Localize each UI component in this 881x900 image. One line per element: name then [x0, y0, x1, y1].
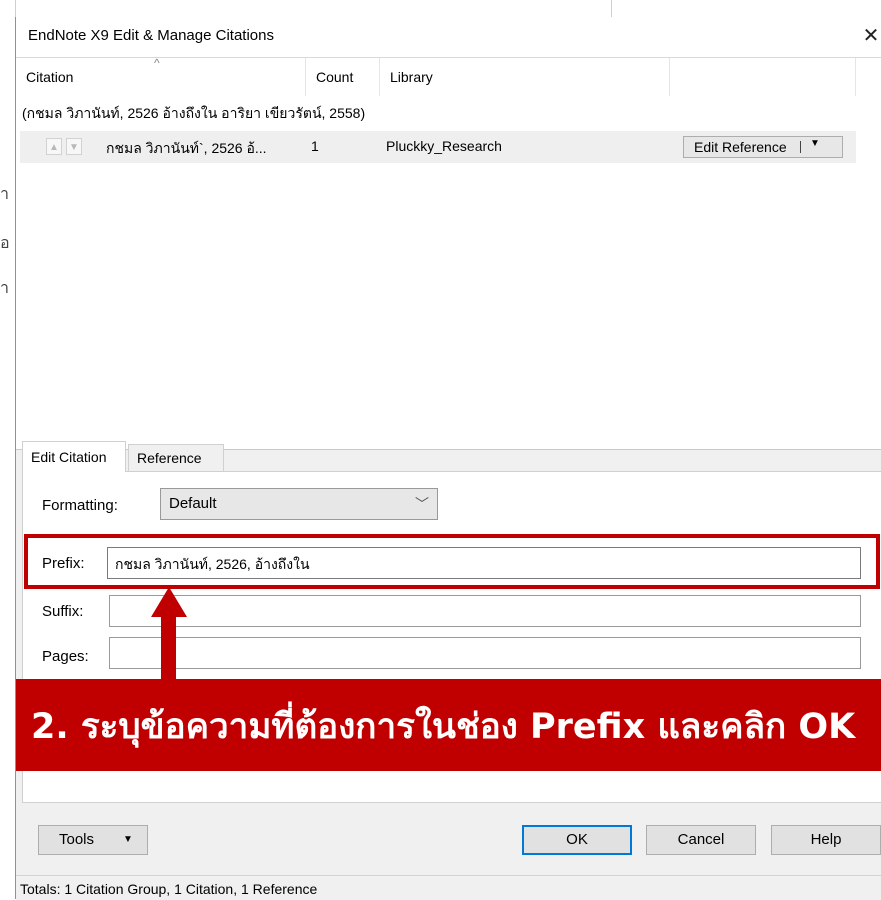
row-library: Pluckky_Research [386, 138, 502, 154]
suffix-label: Suffix: [42, 603, 84, 620]
citation-list: Citation ^ Count Library (กชมล วิภานันท์… [16, 56, 881, 450]
instruction-text: 2. ระบุข้อความที่ต้องการในช่อง Prefix แล… [31, 707, 856, 747]
prefix-input[interactable]: กชมล วิภานันท์, 2526, อ้างถึงใน [107, 547, 861, 579]
arrow-up-icon [151, 587, 187, 617]
tab-reference[interactable]: Reference [128, 444, 224, 471]
manage-citations-dialog: EndNote X9 Edit & Manage Citations ✕ Cit… [15, 17, 881, 900]
window-title: EndNote X9 Edit & Manage Citations [28, 27, 274, 44]
pages-label: Pages: [42, 648, 89, 665]
background-document: า อ ำ [0, 0, 16, 899]
status-text: Totals: 1 Citation Group, 1 Citation, 1 … [20, 881, 318, 897]
instruction-banner: 2. ระบุข้อความที่ต้องการในช่อง Prefix แล… [16, 679, 881, 771]
table-row[interactable]: ▲ ▼ กชมล วิภานันท์`, 2526 อ้... 1 Pluckk… [20, 131, 856, 163]
title-bar: EndNote X9 Edit & Manage Citations ✕ [16, 17, 881, 57]
cancel-button[interactable]: Cancel [646, 825, 756, 855]
row-citation: กชมล วิภานันท์`, 2526 อ้... [106, 140, 267, 156]
chevron-down-icon: ▼ [123, 834, 133, 845]
close-icon[interactable]: ✕ [860, 23, 881, 48]
ok-button[interactable]: OK [522, 825, 632, 855]
tab-edit-citation[interactable]: Edit Citation [22, 441, 126, 472]
chevron-down-icon: ﹀ [415, 496, 429, 512]
suffix-input[interactable] [109, 595, 861, 627]
background-area [16, 0, 881, 17]
status-bar: Totals: 1 Citation Group, 1 Citation, 1 … [16, 875, 881, 900]
column-header-citation[interactable]: Citation [16, 58, 306, 96]
tools-button[interactable]: Tools ▼ [38, 825, 148, 855]
column-header-library[interactable]: Library [380, 58, 670, 96]
move-up-icon[interactable]: ▲ [46, 138, 62, 155]
prefix-label: Prefix: [42, 555, 85, 572]
move-down-icon[interactable]: ▼ [66, 138, 82, 155]
formatting-label: Formatting: [42, 497, 118, 514]
doc-text-fragment: อ [0, 235, 10, 252]
edit-reference-button[interactable]: Edit Reference ▼ [683, 136, 843, 158]
column-header-count[interactable]: Count [306, 58, 380, 96]
citation-group[interactable]: (กชมล วิภานันท์, 2526 อ้างถึงใน อาริยา เ… [22, 103, 365, 125]
pages-input[interactable] [109, 637, 861, 669]
help-button[interactable]: Help [771, 825, 881, 855]
column-header-blank [670, 58, 856, 96]
formatting-select[interactable]: Default ﹀ [160, 488, 438, 520]
formatting-value: Default [169, 495, 217, 512]
row-count: 1 [311, 138, 319, 154]
doc-text-fragment: า [0, 186, 9, 203]
sort-ascending-icon: ^ [154, 56, 160, 70]
separator [800, 141, 801, 153]
chevron-down-icon[interactable]: ▼ [810, 138, 820, 149]
doc-text-fragment: ำ [0, 280, 9, 297]
pointer-arrow-shaft [161, 615, 176, 681]
